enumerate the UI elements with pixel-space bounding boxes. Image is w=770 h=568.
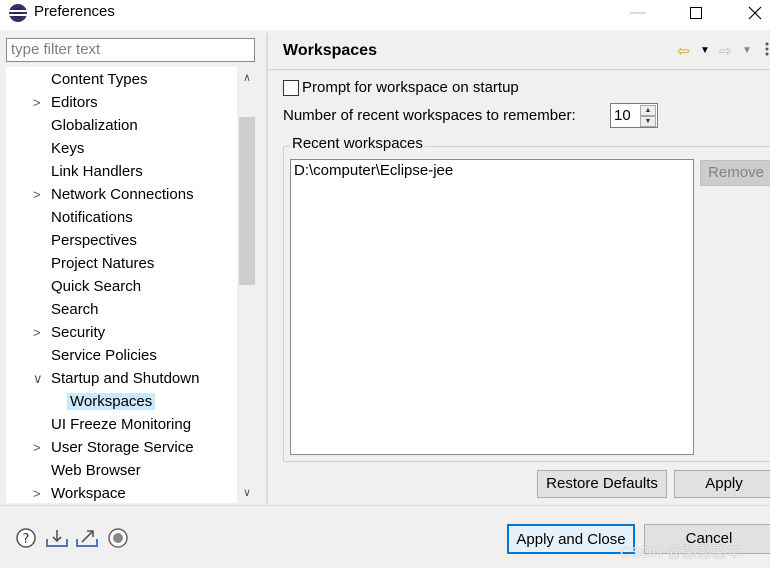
filter-input[interactable]: type filter text xyxy=(6,38,255,62)
scroll-down-icon[interactable]: ∨ xyxy=(237,484,257,502)
list-item[interactable]: D:\computer\Eclipse-jee xyxy=(294,162,453,179)
export-icon[interactable] xyxy=(75,527,98,549)
scrollbar-thumb[interactable] xyxy=(239,117,255,285)
tree-item-label: Notifications xyxy=(51,209,133,226)
apply-button[interactable]: Apply xyxy=(674,470,770,498)
window-title: Preferences xyxy=(34,3,115,20)
recent-count-label: Number of recent workspaces to remember: xyxy=(283,107,576,124)
tree-item[interactable]: Project Natures xyxy=(51,252,154,275)
tree-item-label: Startup and Shutdown xyxy=(51,370,200,387)
recent-count-value: 10 xyxy=(614,107,631,124)
tree-item[interactable]: > Workspace xyxy=(33,482,126,503)
chevron-right-icon[interactable]: > xyxy=(33,482,45,503)
tree-item-label: Network Connections xyxy=(51,186,194,203)
tree-item[interactable]: > Security xyxy=(33,321,106,344)
back-arrow-icon[interactable]: ⇦ xyxy=(677,42,690,60)
tree-item-label: Service Policies xyxy=(51,347,157,364)
tree-item[interactable]: Web Browser xyxy=(51,459,141,482)
tree-item[interactable]: Service Policies xyxy=(51,344,157,367)
chevron-right-icon[interactable]: > xyxy=(33,91,45,114)
chevron-right-icon[interactable]: > xyxy=(33,321,45,344)
apply-and-close-button[interactable]: Apply and Close xyxy=(507,524,635,554)
tree-item-label: Globalization xyxy=(51,117,138,134)
eclipse-icon xyxy=(9,4,27,22)
prompt-checkbox[interactable] xyxy=(283,80,299,96)
view-menu-icon[interactable] xyxy=(762,41,770,57)
tree-item-label: Project Natures xyxy=(51,255,155,272)
record-icon[interactable] xyxy=(107,527,129,549)
pane-divider[interactable] xyxy=(266,33,268,505)
tree-item[interactable]: > Editors xyxy=(33,91,98,114)
remove-button[interactable]: Remove xyxy=(700,160,770,186)
tree-item-label: Perspectives xyxy=(51,232,137,249)
tree-item[interactable]: Globalization xyxy=(51,114,138,137)
import-icon[interactable] xyxy=(45,527,68,549)
chevron-down-icon[interactable]: ∨ xyxy=(33,367,45,390)
tree-item-label: Keys xyxy=(51,140,85,157)
tree-item[interactable]: Quick Search xyxy=(51,275,141,298)
tree-item[interactable]: Link Handlers xyxy=(51,160,143,183)
tree-item-label: Workspace xyxy=(51,485,126,502)
tree-item[interactable]: ∨ Startup and Shutdown xyxy=(33,367,200,390)
chevron-right-icon[interactable]: > xyxy=(33,183,45,206)
spinner-down-icon[interactable]: ▼ xyxy=(640,116,656,127)
tree-item-label: Security xyxy=(51,324,106,341)
tree-item[interactable]: UI Freeze Monitoring xyxy=(51,413,191,436)
restore-defaults-button[interactable]: Restore Defaults xyxy=(537,470,667,498)
tree-item-label: Content Types xyxy=(51,71,148,88)
minimize-icon[interactable]: — xyxy=(616,0,660,26)
back-menu-chevron-icon[interactable]: ▼ xyxy=(700,45,710,56)
spinner-up-icon[interactable]: ▲ xyxy=(640,105,656,116)
prompt-label: Prompt for workspace on startup xyxy=(302,79,519,96)
recent-workspaces-label: Recent workspaces xyxy=(290,135,425,152)
help-icon[interactable]: ? xyxy=(15,527,37,549)
page-title: Workspaces xyxy=(283,42,377,59)
tree-item-label: Search xyxy=(51,301,99,318)
tree-item-label: Quick Search xyxy=(51,278,142,295)
tree-item[interactable]: Perspectives xyxy=(51,229,137,252)
watermark: CSDN @憨憨憨羊 xyxy=(620,544,742,561)
close-icon[interactable] xyxy=(733,0,770,26)
tree-item-label: Web Browser xyxy=(51,462,141,479)
tree-item-label: User Storage Service xyxy=(51,439,194,456)
recent-workspaces-list[interactable] xyxy=(290,159,694,455)
svg-text:?: ? xyxy=(23,532,30,547)
tree-item-label: Link Handlers xyxy=(51,163,143,180)
tree-item[interactable]: > Network Connections xyxy=(33,183,194,206)
tree-item[interactable]: > User Storage Service xyxy=(33,436,194,459)
chevron-right-icon[interactable]: > xyxy=(33,436,45,459)
preference-tree: Content Types > Editors Globalization Keys Li… xyxy=(6,67,237,503)
tree-item-label: UI Freeze Monitoring xyxy=(51,416,192,433)
tree-item-label: Editors xyxy=(51,94,98,111)
tree-item[interactable]: Content Types xyxy=(51,68,147,91)
scroll-up-icon[interactable]: ∧ xyxy=(237,69,257,87)
maximize-icon[interactable] xyxy=(674,0,718,26)
tree-item[interactable]: Workspaces xyxy=(67,390,156,413)
tree-item[interactable]: Search xyxy=(51,298,99,321)
forward-arrow-icon[interactable]: ⇨ xyxy=(719,42,732,60)
tree-item[interactable]: Keys xyxy=(51,137,84,160)
tree-item-label: Workspaces xyxy=(67,393,156,410)
forward-menu-chevron-icon[interactable]: ▼ xyxy=(742,45,752,56)
tree-item[interactable]: Notifications xyxy=(51,206,133,229)
